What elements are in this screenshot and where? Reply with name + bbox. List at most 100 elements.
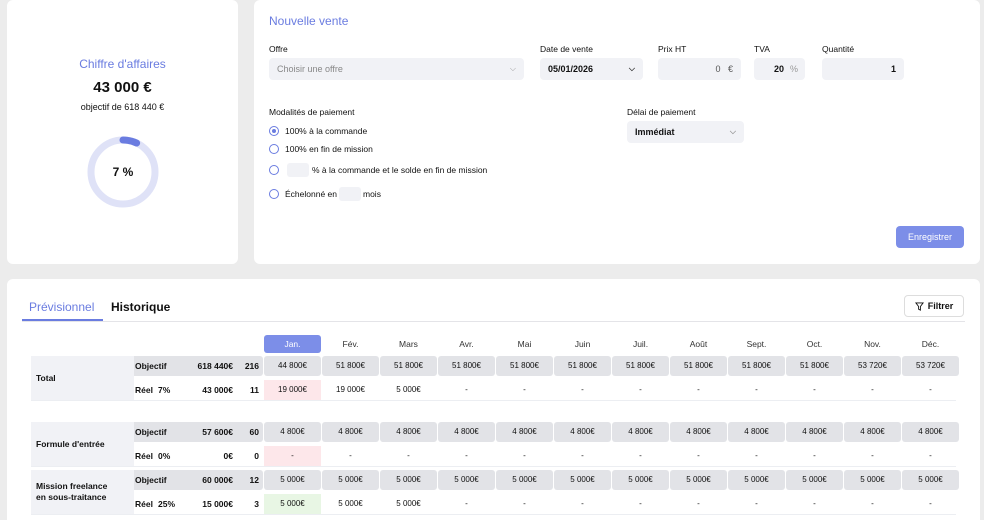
summary-name: Réel xyxy=(135,451,153,461)
payment-option-4-suffix: mois xyxy=(363,189,381,199)
table-cell: - xyxy=(465,451,468,460)
table-cell: 5 000€ xyxy=(438,470,495,490)
delai-value: Immédiat xyxy=(635,127,675,137)
prix-value: 0 xyxy=(715,64,721,74)
table-cell: 19 000€ xyxy=(264,380,321,400)
tab-previsionnel[interactable]: Prévisionnel xyxy=(29,300,94,314)
table-cell: 5 000€ xyxy=(396,385,421,394)
table-cell: - xyxy=(871,499,874,508)
radio-icon[interactable] xyxy=(269,144,279,154)
months-input[interactable] xyxy=(339,187,361,201)
table-cell: - xyxy=(581,499,584,508)
month-header: Oct. xyxy=(806,339,823,349)
row-label: Mission freelance en sous-traitance xyxy=(31,470,134,514)
qte-input[interactable]: 1 xyxy=(822,58,904,80)
table-cell: 5 000€ xyxy=(728,470,785,490)
revenue-amount: 43 000 € xyxy=(93,79,152,96)
table-cell: 51 800€ xyxy=(554,356,611,376)
table-cell: 51 800€ xyxy=(438,356,495,376)
month-header: Août xyxy=(689,339,708,349)
table-cell: 51 800€ xyxy=(380,356,437,376)
table-cell: 5 000€ xyxy=(322,470,379,490)
month-header: Avr. xyxy=(459,339,474,349)
table-cell: - xyxy=(871,451,874,460)
table-cell: - xyxy=(465,499,468,508)
table-cell: 5 000€ xyxy=(670,470,727,490)
save-button[interactable]: Enregistrer xyxy=(896,226,964,248)
date-select[interactable]: 05/01/2026 ⌵ xyxy=(540,58,643,80)
revenue-objective: objectif de 618 440 € xyxy=(80,102,165,112)
table-cell: 51 800€ xyxy=(322,356,379,376)
delai-label: Délai de paiement xyxy=(627,107,696,117)
table-cell: - xyxy=(581,385,584,394)
tva-label: TVA xyxy=(754,44,770,54)
payment-option-3[interactable]: % à la commande et le solde en fin de mi… xyxy=(269,163,487,177)
percent-input[interactable] xyxy=(287,163,309,177)
tva-value: 20 xyxy=(773,64,784,74)
table-cell: - xyxy=(639,385,642,394)
delai-select[interactable]: Immédiat ⌵ xyxy=(627,121,744,143)
month-header: Mai xyxy=(517,339,532,349)
month-header: Juin xyxy=(574,339,591,349)
summary-pct: 0% xyxy=(158,451,171,461)
modalites-label: Modalités de paiement xyxy=(269,107,355,117)
summary-amount: 60 000€ xyxy=(202,475,233,485)
table-cell: - xyxy=(697,499,700,508)
prix-label: Prix HT xyxy=(658,44,687,54)
payment-option-2[interactable]: 100% en fin de mission xyxy=(269,144,373,154)
row-divider xyxy=(31,466,956,467)
summary-count: 216 xyxy=(244,361,259,371)
table-cell: - xyxy=(523,385,526,394)
tab-historique[interactable]: Historique xyxy=(111,300,170,314)
table-cell: 5 000€ xyxy=(380,470,437,490)
summary-amount: 43 000€ xyxy=(202,385,233,395)
filter-button[interactable]: Filtrer xyxy=(904,295,964,317)
prix-input[interactable]: 0 € xyxy=(658,58,741,80)
radio-icon[interactable] xyxy=(269,189,279,199)
radio-icon[interactable] xyxy=(269,165,279,175)
table-cell: 51 800€ xyxy=(496,356,553,376)
offre-select[interactable]: Choisir une offre ⌵ xyxy=(269,58,524,80)
qte-label: Quantité xyxy=(822,44,855,54)
table-cell: 51 800€ xyxy=(612,356,669,376)
table-cell: 4 800€ xyxy=(670,422,727,442)
table-cell: - xyxy=(639,499,642,508)
actual-summary: Réel 7% 43 000€ 11 xyxy=(134,380,263,400)
table-cell: - xyxy=(813,499,816,508)
summary-name: Réel xyxy=(135,499,153,509)
table-cell: 19 000€ xyxy=(336,385,365,394)
table-cell: 4 800€ xyxy=(438,422,495,442)
chevron-down-icon: ⌵ xyxy=(729,127,736,136)
revenue-card: Chiffre d'affaires 43 000 € objectif de … xyxy=(7,0,238,264)
table-cell: 4 800€ xyxy=(728,422,785,442)
summary-pct: 25% xyxy=(158,499,176,509)
new-sale-title: Nouvelle vente xyxy=(269,14,349,28)
table-cell: - xyxy=(465,385,468,394)
summary-amount: 15 000€ xyxy=(202,499,233,509)
actual-summary: Réel 25% 15 000€ 3 xyxy=(134,494,263,514)
table-cell: 44 800€ xyxy=(264,356,321,376)
radio-selected-icon[interactable] xyxy=(269,126,279,136)
table-cell: - xyxy=(755,385,758,394)
payment-option-1-label: 100% à la commande xyxy=(285,126,368,136)
tva-input[interactable]: 20 % xyxy=(754,58,805,80)
month-header: Mars xyxy=(399,339,418,349)
table-cell: 53 720€ xyxy=(844,356,901,376)
table-cell: 5 000€ xyxy=(786,470,843,490)
summary-name: Objectif xyxy=(135,475,167,485)
table-cell: - xyxy=(407,451,410,460)
table-cell: - xyxy=(813,385,816,394)
payment-option-4[interactable]: Échelonné en mois xyxy=(269,187,381,201)
table-cell: 4 800€ xyxy=(902,422,959,442)
summary-amount: 0€ xyxy=(223,451,233,461)
row-divider xyxy=(31,400,956,401)
objective-summary: Objectif 618 440€ 216 xyxy=(134,356,263,376)
payment-option-2-label: 100% en fin de mission xyxy=(285,144,373,154)
table-cell: 4 800€ xyxy=(496,422,553,442)
prix-unit: € xyxy=(727,64,733,74)
tva-unit: % xyxy=(789,64,798,74)
summary-count: 12 xyxy=(249,475,259,485)
payment-option-1[interactable]: 100% à la commande xyxy=(269,126,367,136)
month-header: Nov. xyxy=(864,339,881,349)
table-cell: 4 800€ xyxy=(554,422,611,442)
